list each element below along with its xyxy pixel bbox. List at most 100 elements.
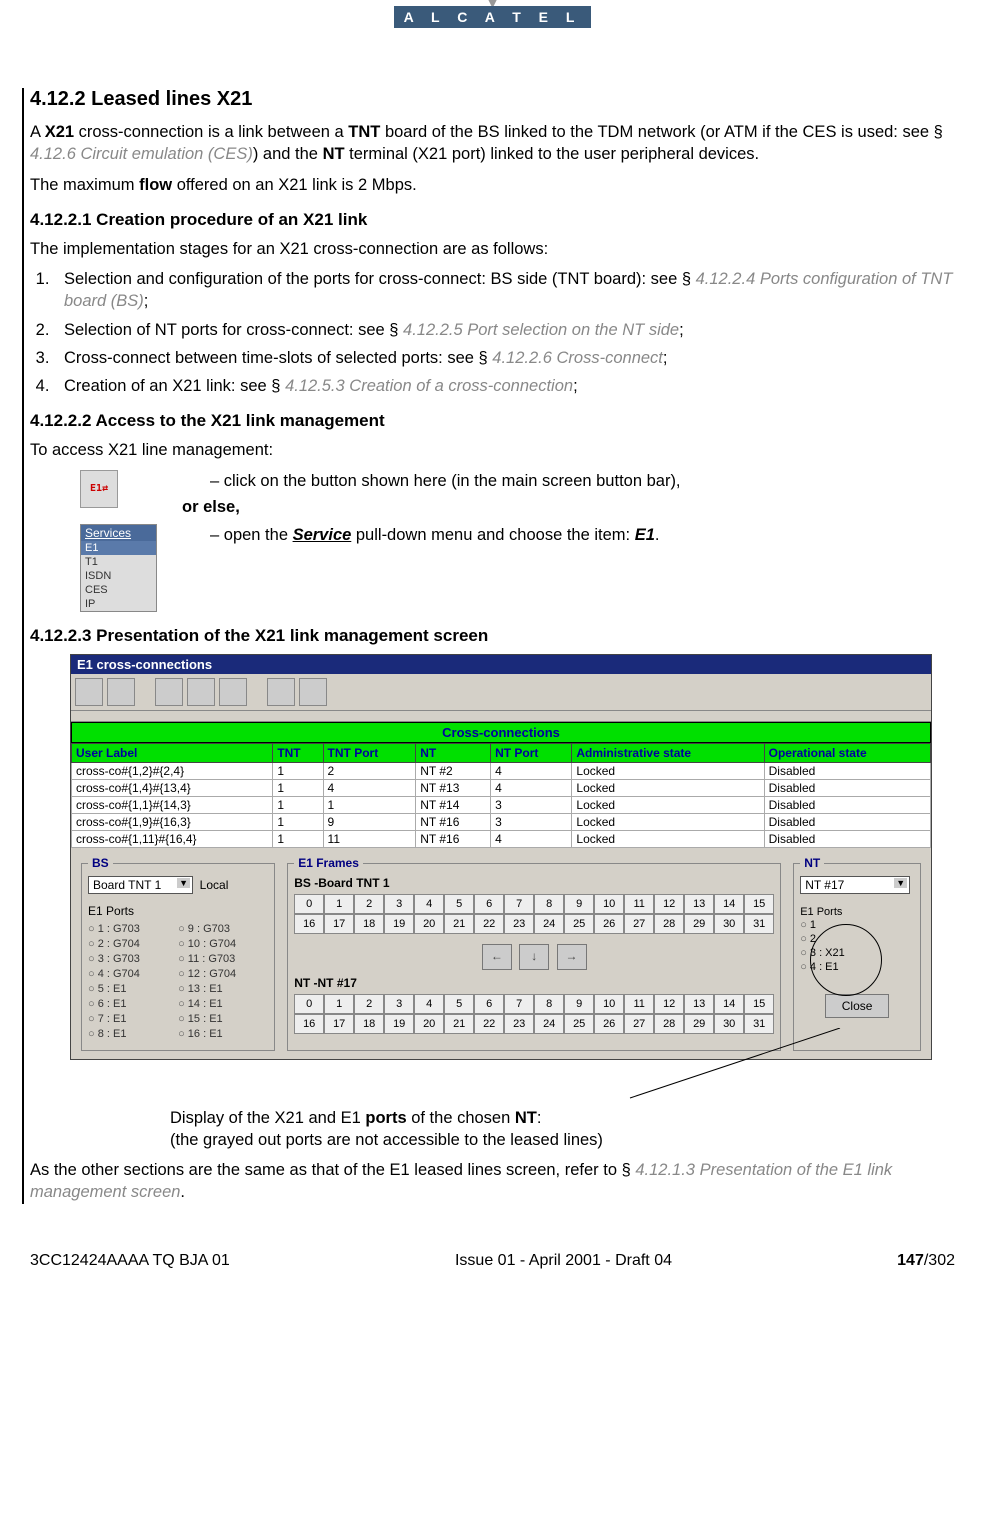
bs-port-radio[interactable]: 7 : E1 [88, 1012, 178, 1027]
table-cell: Disabled [764, 763, 930, 780]
timeslot-cell[interactable]: 0 [294, 894, 324, 914]
timeslot-cell[interactable]: 12 [654, 894, 684, 914]
table-cell: 1 [273, 831, 323, 848]
bs-port-radio[interactable]: 5 : E1 [88, 982, 178, 997]
toolbar-button[interactable] [75, 678, 103, 706]
toolbar-button[interactable] [155, 678, 183, 706]
table-row[interactable]: cross-co#{1,2}#{2,4}12NT #24LockedDisabl… [72, 763, 931, 780]
timeslot-cell[interactable]: 12 [654, 994, 684, 1014]
text: (the grayed out ports are not accessible… [170, 1131, 603, 1149]
bs-timeslot-grid[interactable]: 0123456789101112131415161718192021222324… [294, 894, 774, 934]
timeslot-cell[interactable]: 29 [684, 914, 714, 934]
toolbar [71, 674, 931, 711]
timeslot-cell[interactable]: 16 [294, 914, 324, 934]
nt-port-radio[interactable]: 3 : X21 [800, 946, 914, 960]
toolbar-button[interactable] [107, 678, 135, 706]
bs-port-radio[interactable]: 14 : E1 [178, 997, 268, 1012]
timeslot-cell[interactable]: 20 [414, 914, 444, 934]
bs-port-radio[interactable]: 10 : G704 [178, 937, 268, 952]
bs-port-radio[interactable]: 1 : G703 [88, 922, 178, 937]
bs-local-label: Local [200, 878, 229, 892]
timeslot-cell[interactable]: 19 [384, 914, 414, 934]
arrow-left-button[interactable]: ← [482, 944, 512, 970]
bs-port-radio[interactable]: 2 : G704 [88, 937, 178, 952]
bs-port-radio[interactable]: 15 : E1 [178, 1012, 268, 1027]
timeslot-cell[interactable]: 23 [504, 914, 534, 934]
bs-port-radio[interactable]: 9 : G703 [178, 922, 268, 937]
e1-cross-connections-window: E1 cross-connections Cross-connections U… [70, 654, 932, 1060]
timeslot-cell[interactable]: 14 [714, 894, 744, 914]
table-cell: 11 [323, 831, 416, 848]
timeslot-cell[interactable]: 17 [324, 914, 354, 934]
timeslot-cell[interactable]: 28 [654, 914, 684, 934]
timeslot-cell[interactable]: 15 [744, 994, 774, 1014]
toolbar-button[interactable] [219, 678, 247, 706]
timeslot-cell[interactable]: 13 [684, 894, 714, 914]
timeslot-cell[interactable]: 7 [504, 894, 534, 914]
timeslot-cell[interactable]: 2 [354, 894, 384, 914]
timeslot-cell[interactable]: 10 [594, 994, 624, 1014]
timeslot-cell[interactable]: 8 [534, 994, 564, 1014]
bs-port-radio[interactable]: 3 : G703 [88, 952, 178, 967]
timeslot-cell[interactable]: 30 [714, 914, 744, 934]
bs-board-select[interactable]: Board TNT 1 [88, 876, 193, 894]
table-row[interactable]: cross-co#{1,9}#{16,3}19NT #163LockedDisa… [72, 814, 931, 831]
table-row[interactable]: cross-co#{1,1}#{14,3}11NT #143LockedDisa… [72, 797, 931, 814]
text: terminal (X21 port) linked to the user p… [345, 145, 760, 163]
timeslot-cell[interactable]: 4 [414, 994, 444, 1014]
timeslot-cell[interactable]: 7 [504, 994, 534, 1014]
nt-select[interactable]: NT #17 [800, 876, 910, 894]
table-cell: 3 [491, 814, 572, 831]
timeslot-cell[interactable]: 0 [294, 994, 324, 1014]
arrow-down-button[interactable]: ↓ [519, 944, 549, 970]
timeslot-cell[interactable]: 2 [354, 994, 384, 1014]
timeslot-cell[interactable]: 15 [744, 894, 774, 914]
table-row[interactable]: cross-co#{1,4}#{13,4}14NT #134LockedDisa… [72, 780, 931, 797]
table-cell: Disabled [764, 831, 930, 848]
timeslot-cell[interactable]: 6 [474, 994, 504, 1014]
timeslot-cell[interactable]: 31 [744, 914, 774, 934]
table-row[interactable]: cross-co#{1,11}#{16,4}111NT #164LockedDi… [72, 831, 931, 848]
timeslot-cell[interactable]: 24 [534, 914, 564, 934]
bs-port-radio[interactable]: 12 : G704 [178, 967, 268, 982]
timeslot-cell[interactable]: 1 [324, 894, 354, 914]
bs-port-radio[interactable]: 6 : E1 [88, 997, 178, 1012]
timeslot-cell[interactable]: 9 [564, 894, 594, 914]
timeslot-cell[interactable]: 27 [624, 914, 654, 934]
timeslot-cell[interactable]: 10 [594, 894, 624, 914]
timeslot-cell[interactable]: 3 [384, 894, 414, 914]
text: Service [293, 526, 352, 544]
toolbar-button[interactable] [267, 678, 295, 706]
text: . [655, 526, 660, 544]
timeslot-cell[interactable]: 1 [324, 994, 354, 1014]
timeslot-cell[interactable]: 5 [444, 894, 474, 914]
table-cell: Disabled [764, 814, 930, 831]
timeslot-cell[interactable]: 11 [624, 994, 654, 1014]
timeslot-cell[interactable]: 26 [594, 914, 624, 934]
nt-port-radio[interactable]: 2 [800, 932, 914, 946]
toolbar-button[interactable] [299, 678, 327, 706]
bs-port-radio[interactable]: 11 : G703 [178, 952, 268, 967]
table-cell: 2 [323, 763, 416, 780]
toolbar-button[interactable] [187, 678, 215, 706]
timeslot-cell[interactable]: 11 [624, 894, 654, 914]
timeslot-cell[interactable]: 8 [534, 894, 564, 914]
nt-port-radio[interactable]: 1 [800, 918, 914, 932]
timeslot-cell[interactable]: 18 [354, 914, 384, 934]
timeslot-cell[interactable]: 21 [444, 914, 474, 934]
timeslot-cell[interactable]: 9 [564, 994, 594, 1014]
close-button[interactable]: Close [825, 994, 890, 1018]
arrow-right-button[interactable]: → [557, 944, 587, 970]
timeslot-cell[interactable]: 6 [474, 894, 504, 914]
timeslot-cell[interactable]: 22 [474, 914, 504, 934]
timeslot-cell[interactable]: 14 [714, 994, 744, 1014]
callout-line [70, 1068, 955, 1108]
timeslot-cell[interactable]: 25 [564, 914, 594, 934]
bs-port-radio[interactable]: 4 : G704 [88, 967, 178, 982]
timeslot-cell[interactable]: 4 [414, 894, 444, 914]
timeslot-cell[interactable]: 5 [444, 994, 474, 1014]
timeslot-cell[interactable]: 13 [684, 994, 714, 1014]
nt-port-radio[interactable]: 4 : E1 [800, 960, 914, 974]
timeslot-cell[interactable]: 3 [384, 994, 414, 1014]
bs-port-radio[interactable]: 13 : E1 [178, 982, 268, 997]
